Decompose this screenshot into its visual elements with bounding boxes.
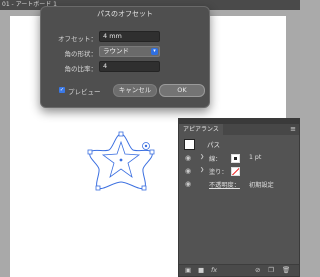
fill-label: 塗り： [209, 169, 228, 176]
tab-appearance[interactable]: アピアランス [179, 124, 223, 135]
joins-select-value: ラウンド [103, 47, 129, 55]
panel-footer: ▣ ■ fx ⊘ ❐ 🗑 [179, 264, 299, 276]
joins-select[interactable]: ラウンド ▾ [99, 46, 160, 57]
stroke-swatch[interactable] [231, 154, 240, 163]
preview-label: プレビュー [68, 88, 101, 96]
miter-label: 角の比率： [64, 65, 98, 73]
star-path[interactable] [86, 130, 156, 192]
offset-input[interactable]: 4 mm [99, 31, 160, 42]
duplicate-item-icon[interactable]: ❐ [268, 266, 274, 275]
fill-swatch-none[interactable] [231, 167, 240, 176]
chevron-right-icon[interactable]: ❯ [200, 167, 204, 173]
appearance-panel: アピアランス ≡ パス ◉ ❯ 線： 1 pt ◉ ❯ 塗り： ◉ 不透明度： … [178, 118, 300, 277]
object-label: パス [207, 141, 220, 149]
clear-appearance-icon[interactable]: ⊘ [255, 266, 260, 275]
offset-label: オフセット： [58, 35, 97, 43]
joins-label: 角の形状： [64, 50, 98, 58]
anchor-point [118, 131, 124, 137]
ok-button[interactable]: OK [159, 84, 205, 97]
eye-icon[interactable]: ◉ [185, 180, 191, 188]
anchor-point [141, 185, 147, 191]
fx-icon[interactable]: fx [211, 266, 217, 275]
anchor-point [149, 149, 155, 155]
chevron-right-icon[interactable]: ❯ [200, 154, 204, 160]
eye-icon[interactable]: ◉ [185, 167, 191, 175]
object-row[interactable]: パス [179, 137, 299, 151]
preview-checkbox[interactable]: ✓ [59, 87, 65, 93]
new-layer-icon[interactable]: ▣ [185, 266, 191, 275]
stroke-row[interactable]: ◉ ❯ 線： 1 pt [179, 152, 299, 164]
opacity-label[interactable]: 不透明度： [209, 180, 240, 189]
stroke-weight[interactable]: 1 pt [249, 154, 261, 161]
panel-tabbar: アピアランス ≡ [179, 124, 299, 135]
chevron-down-icon: ▾ [151, 48, 158, 55]
eye-icon[interactable]: ◉ [185, 154, 191, 162]
panel-menu-icon[interactable]: ≡ [290, 124, 296, 135]
stroke-label: 線： [209, 156, 222, 163]
miter-limit-input[interactable]: 4 [99, 61, 160, 72]
anchor-point [95, 185, 101, 191]
delete-icon[interactable]: 🗑 [282, 266, 290, 275]
add-fill-icon[interactable]: ■ [198, 266, 204, 275]
center-point [119, 158, 123, 162]
anchor-point [87, 149, 93, 155]
opacity-row[interactable]: ◉ 不透明度： 初期設定 [179, 178, 299, 190]
offset-path-dialog: パスのオフセット オフセット： 4 mm 角の形状： ラウンド ▾ 角の比率： … [40, 6, 210, 108]
dialog-title: パスのオフセット [97, 10, 153, 18]
cancel-button[interactable]: キャンセル [113, 84, 157, 97]
opacity-value: 初期設定 [249, 182, 274, 189]
object-thumbnail [184, 139, 195, 150]
fill-row[interactable]: ◉ ❯ 塗り： [179, 165, 299, 177]
